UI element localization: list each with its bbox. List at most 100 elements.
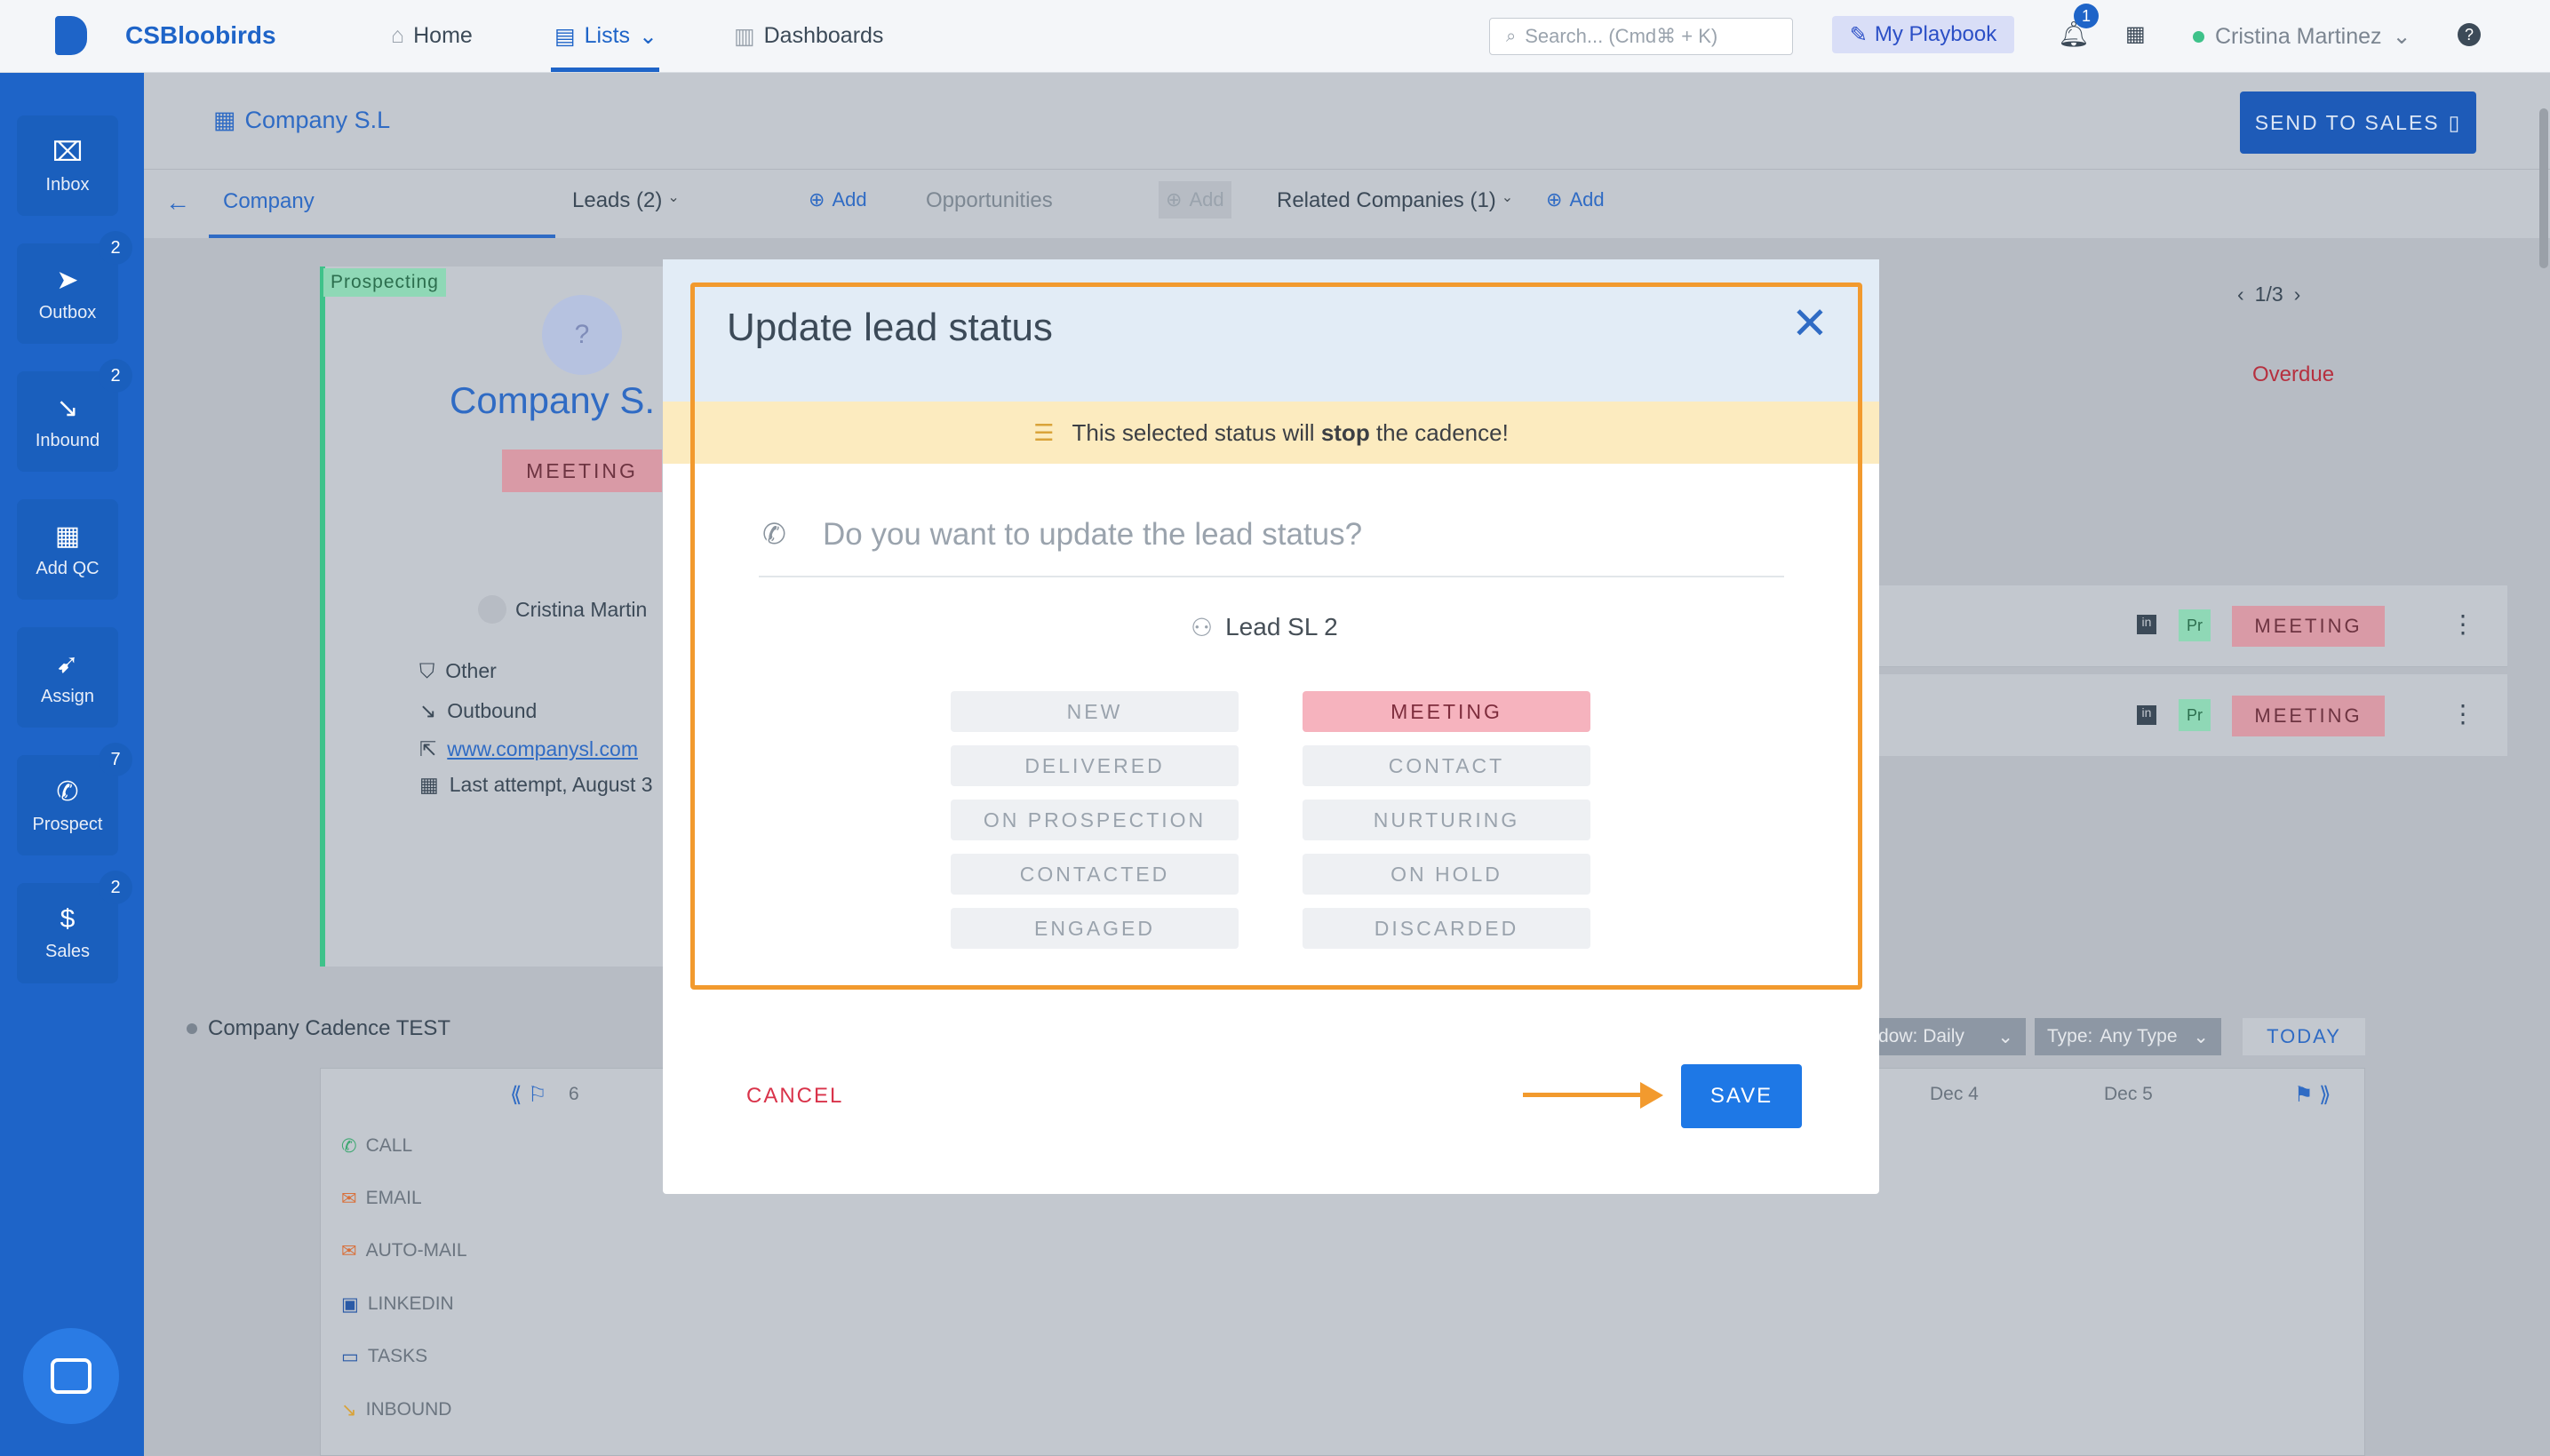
company-name: Company S. — [450, 379, 656, 421]
tab-opportunities[interactable]: Opportunities — [926, 188, 1053, 213]
brand-name: CSBloobirds — [125, 21, 276, 49]
leads-add-button[interactable]: ⊕ Add — [801, 181, 874, 219]
sidebar-item-label: Outbox — [38, 302, 97, 322]
arrow-down-right-icon: ↘ — [341, 1400, 357, 1420]
cadence-row-linkedin: ▣ LINKEDIN — [341, 1293, 454, 1316]
send-to-sales-button[interactable]: SEND TO SALES ▯ — [2240, 91, 2476, 154]
lead-row[interactable] — [1814, 674, 2507, 756]
scrollbar[interactable] — [2539, 108, 2548, 268]
save-button[interactable]: SAVE — [1681, 1064, 1802, 1128]
cadence-last-icon[interactable]: ⚑ ⟫ — [2294, 1082, 2331, 1108]
back-arrow-icon[interactable]: ← — [165, 188, 190, 217]
page-title-text: Company S.L — [244, 107, 391, 133]
row-label: CALL — [365, 1135, 413, 1156]
window-select[interactable]: dow: Daily ⌄ — [1866, 1018, 2026, 1055]
bloobirds-logo-icon[interactable] — [55, 16, 87, 55]
related-add-button[interactable]: ⊕ Add — [1539, 181, 1612, 219]
cadence-row-call: ✆ CALL — [341, 1135, 412, 1158]
user-menu[interactable]: Cristina Martinez ⌄ — [2193, 23, 2411, 50]
tasks-icon: ▭ — [341, 1347, 359, 1367]
cadence-first-icon[interactable]: ⟪ ⚐ — [510, 1082, 547, 1108]
chevron-down-icon: ⌄ — [667, 190, 680, 205]
plus-circle-icon: ⊕ — [1166, 188, 1183, 211]
bar-chart-icon: ▥ — [734, 24, 755, 49]
external-link-icon: ⇱ — [419, 737, 437, 760]
linkedin-icon[interactable]: in — [2137, 615, 2156, 634]
opportunities-add-label: Add — [1189, 188, 1224, 211]
sidebar-item-outbox[interactable]: 2 ➤ Outbox — [17, 231, 132, 344]
search-input[interactable]: ⌕ Search... (Cmd⌘ + K) — [1489, 18, 1793, 55]
company-owner: Cristina Martin — [478, 595, 647, 624]
sidebar-item-inbox[interactable]: ⌧ Inbox — [17, 115, 118, 216]
type-label: Type: — [2047, 1026, 2093, 1046]
chat-launcher-icon[interactable] — [23, 1328, 119, 1424]
nav-dashboards[interactable]: ▥ Dashboards — [734, 23, 883, 50]
chevron-right-icon[interactable]: › — [2294, 282, 2301, 306]
send-to-sales-label: SEND TO SALES — [2254, 110, 2440, 134]
chevron-down-icon: ⌄ — [2193, 1026, 2209, 1047]
opportunities-add-button[interactable]: ⊕ Add — [1159, 181, 1231, 219]
search-placeholder: Search... (Cmd⌘ + K) — [1525, 25, 1718, 47]
type-value: Any Type — [2100, 1026, 2178, 1046]
tab-related-companies[interactable]: Related Companies (1) ⌄ — [1277, 188, 1513, 213]
cancel-button[interactable]: CANCEL — [746, 1084, 843, 1109]
more-icon[interactable]: ⋮ — [2450, 699, 2475, 728]
sidebar-item-inbound[interactable]: 2 ↘ Inbound — [17, 359, 132, 472]
chevron-down-icon: ⌄ — [639, 24, 657, 49]
window-value: dow: Daily — [1878, 1026, 1964, 1046]
sidebar-item-add-qc[interactable]: ▦ Add QC — [17, 499, 118, 600]
lead-tag: Pr — [2179, 699, 2211, 731]
chevron-left-icon[interactable]: ‹ — [2237, 282, 2244, 306]
search-icon: ⌕ — [1506, 26, 1517, 46]
row-label: EMAIL — [365, 1188, 422, 1208]
sidebar-item-label: Prospect — [32, 814, 103, 834]
sidebar-item-assign[interactable]: ➹ Assign — [17, 627, 118, 728]
website-link[interactable]: www.companysl.com — [447, 737, 638, 761]
cadence-name: Company Cadence TEST — [187, 1016, 450, 1041]
plus-circle-icon: ⊕ — [809, 188, 825, 211]
nav-lists-underline — [551, 68, 659, 72]
linkedin-icon: ▣ — [341, 1294, 359, 1315]
linkedin-icon[interactable]: in — [2137, 705, 2156, 725]
overdue-label: Overdue — [2252, 362, 2335, 386]
nav-lists[interactable]: ▤ Lists ⌄ — [554, 23, 657, 50]
pager: ‹ 1/3 › — [2237, 282, 2300, 306]
nav-home[interactable]: ⌂ Home — [391, 23, 473, 49]
row-label: LINKEDIN — [367, 1293, 454, 1314]
more-icon[interactable]: ⋮ — [2450, 609, 2475, 639]
outbox-badge: 2 — [99, 231, 132, 265]
top-bar: CSBloobirds ⌂ Home ▤ Lists ⌄ ▥ Dashboards ⌕ … — [0, 0, 2550, 73]
lead-status-badge[interactable]: MEETING — [2232, 606, 2385, 647]
row-label: TASKS — [367, 1346, 428, 1366]
lead-status-badge[interactable]: MEETING — [2232, 696, 2385, 736]
sidebar-item-sales[interactable]: 2 $ Sales — [17, 871, 132, 983]
lead-row[interactable] — [1814, 585, 2507, 667]
nav-lists-label: Lists — [584, 23, 631, 48]
dot-icon — [187, 1023, 197, 1034]
nav-home-label: Home — [413, 23, 473, 48]
building-icon: ▦ — [54, 521, 81, 551]
stage-badge: Prospecting — [323, 268, 446, 297]
building-icon: ▦ — [213, 107, 236, 133]
tab-company[interactable]: Company — [209, 169, 555, 238]
company-status-badge[interactable]: MEETING — [502, 450, 662, 492]
calendar-icon[interactable]: ▦ — [2125, 21, 2146, 47]
help-icon[interactable]: ? — [2458, 23, 2481, 46]
cadence-day: 6 — [569, 1084, 579, 1104]
my-playbook-button[interactable]: ✎ My Playbook — [1832, 16, 2014, 53]
chat-bubble-icon — [51, 1358, 92, 1394]
arrow-pointer-icon — [1523, 1093, 1647, 1097]
type-select[interactable]: Type: Any Type ⌄ — [2035, 1018, 2221, 1055]
tab-leads[interactable]: Leads (2) ⌄ — [572, 188, 680, 213]
chevron-down-icon: ⌄ — [2392, 24, 2411, 49]
company-avatar: ? — [542, 295, 622, 375]
company-last-attempt: ▦ Last attempt, August 3 — [419, 773, 653, 797]
today-button[interactable]: TODAY — [2243, 1018, 2365, 1055]
list-icon: ▤ — [554, 24, 576, 49]
sidebar-item-prospect[interactable]: 7 ✆ Prospect — [17, 743, 132, 855]
user-name: Cristina Martinez — [2215, 23, 2382, 49]
leads-add-label: Add — [832, 188, 867, 211]
auto-mail-icon: ✉ — [341, 1241, 357, 1261]
page-title: ▦ Company S.L — [213, 107, 390, 134]
chevron-down-icon: ⌄ — [1997, 1026, 2013, 1047]
